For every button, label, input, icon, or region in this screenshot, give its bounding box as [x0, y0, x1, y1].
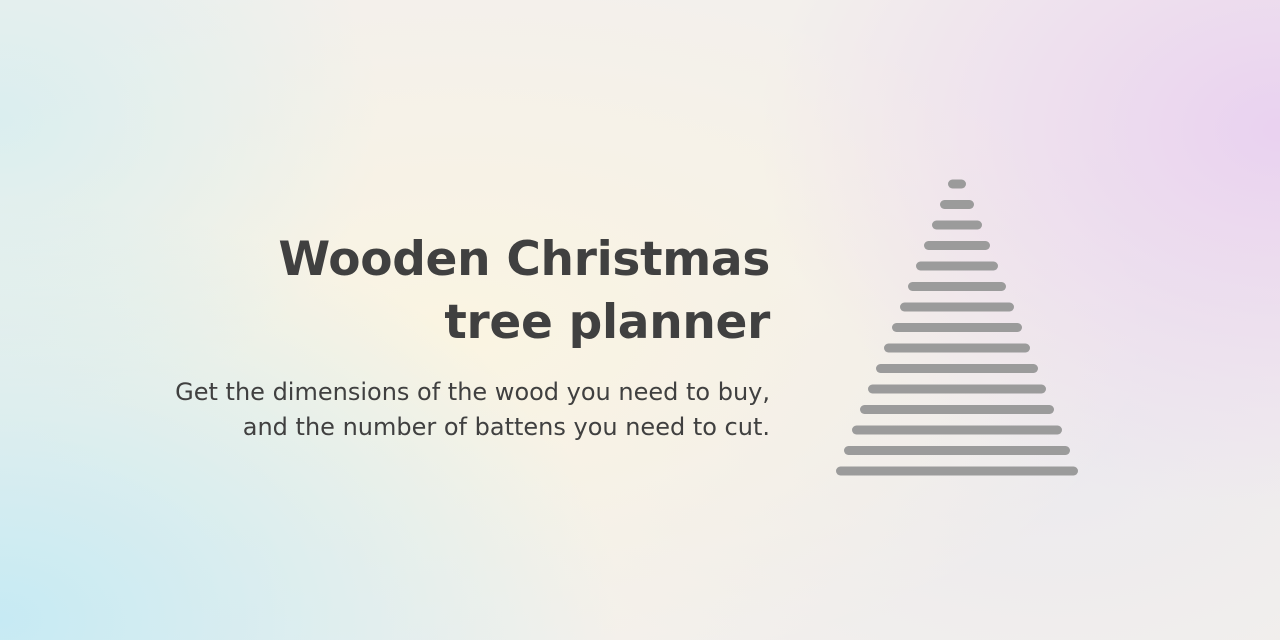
page-subtitle-line-2: and the number of battens you need to cu… [242, 413, 770, 441]
hero-text-block: Wooden Christmas tree planner Get the di… [50, 228, 770, 445]
page-title-line-2: tree planner [444, 295, 770, 350]
page-title-line-1: Wooden Christmas [278, 232, 770, 287]
christmas-tree-battens-icon [836, 179, 1078, 476]
page-subtitle: Get the dimensions of the wood you need … [50, 375, 770, 445]
page-subtitle-line-1: Get the dimensions of the wood you need … [175, 378, 770, 406]
page-title: Wooden Christmas tree planner [50, 228, 770, 354]
